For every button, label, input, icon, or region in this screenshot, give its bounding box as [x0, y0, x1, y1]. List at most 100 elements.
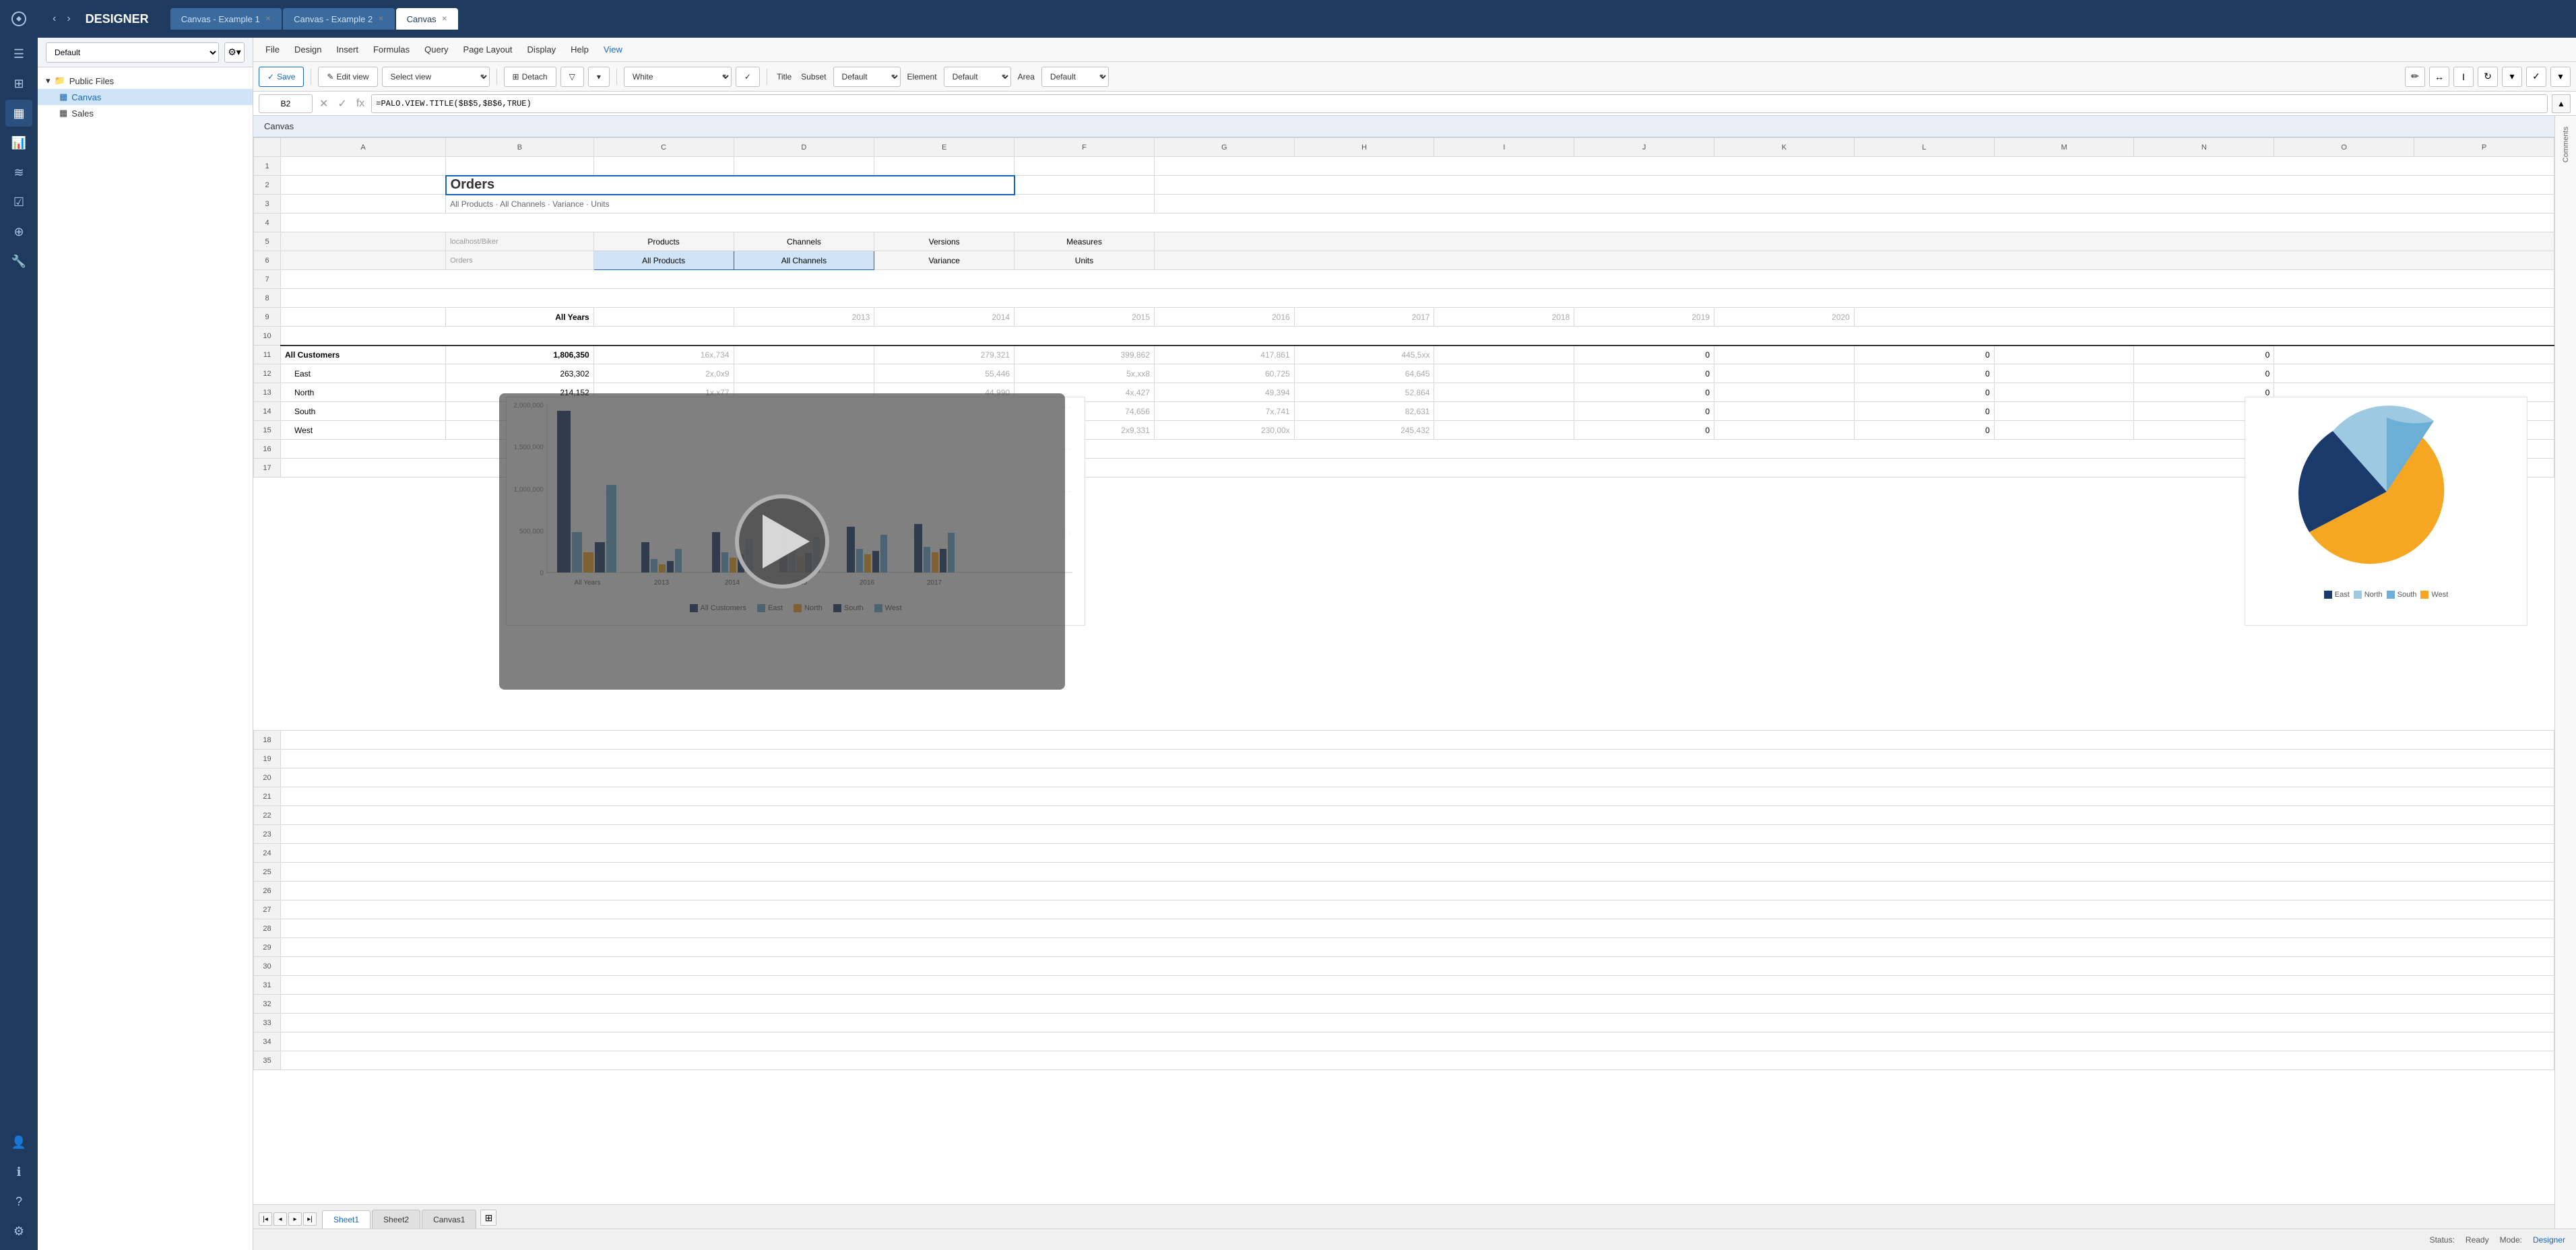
cell-i13[interactable] [1434, 383, 1574, 402]
cell-g3-span[interactable] [1154, 195, 2554, 213]
cell-ref-input[interactable] [259, 94, 313, 113]
check-circle-expand-btn[interactable]: ▾ [2550, 67, 2571, 87]
cell-f11[interactable]: 399,862 [1015, 346, 1155, 364]
cell-k9[interactable]: 2020 [1714, 308, 1855, 327]
cell-h12[interactable]: 64,645 [1294, 364, 1434, 383]
cell-g2-span[interactable] [1154, 176, 2554, 195]
tab-example1[interactable]: Canvas - Example 1 ✕ [170, 8, 282, 30]
cell-g11[interactable]: 417,861 [1154, 346, 1294, 364]
cell-a14[interactable]: South [281, 402, 446, 421]
nav-settings-btn[interactable]: ⚙▾ [224, 42, 245, 63]
detach-btn[interactable]: ⊞ Detach [504, 67, 556, 87]
cell-e11[interactable]: 279,321 [874, 346, 1015, 364]
sheet-nav-prev[interactable]: ◂ [273, 1212, 287, 1226]
cell-e5[interactable]: Versions [874, 232, 1015, 251]
cell-a1[interactable] [281, 157, 446, 176]
row4-cells[interactable] [281, 213, 2554, 232]
col-B[interactable]: B [446, 138, 594, 157]
cell-b2[interactable]: Orders [446, 176, 1015, 195]
sheet-area[interactable]: A B C D E F G H I J [253, 137, 2554, 1204]
cell-f5[interactable]: Measures [1015, 232, 1155, 251]
cell-h15[interactable]: 245,432 [1294, 421, 1434, 440]
sidebar-user-icon[interactable]: 👤 [5, 1129, 32, 1156]
row6-rest[interactable] [1154, 251, 2554, 270]
cell-b9[interactable]: All Years [446, 308, 594, 327]
cell-c11[interactable]: 16x,734 [593, 346, 734, 364]
cell-b12[interactable]: 263,302 [446, 364, 594, 383]
sheet-nav-next[interactable]: ▸ [288, 1212, 302, 1226]
cell-e9[interactable]: 2014 [874, 308, 1015, 327]
cell-l14[interactable]: 0 [1854, 402, 1994, 421]
nav-item-sales[interactable]: ▦ Sales [38, 105, 253, 121]
cell-m13[interactable] [1994, 383, 2134, 402]
cell-i12[interactable] [1434, 364, 1574, 383]
sheet-add-btn[interactable]: ⊞ [480, 1210, 496, 1226]
cell-c1[interactable] [593, 157, 734, 176]
cell-a3[interactable] [281, 195, 446, 213]
comments-label[interactable]: Comments [2562, 121, 2570, 168]
menu-page-layout[interactable]: Page Layout [457, 42, 519, 57]
formula-input[interactable] [371, 94, 2548, 113]
filter-btn[interactable]: ▽ [560, 67, 584, 87]
sheet-tab-1[interactable]: Sheet1 [322, 1210, 371, 1228]
cell-e12[interactable]: 55,446 [874, 364, 1015, 383]
subset-dropdown[interactable]: Default [833, 67, 901, 87]
col-C[interactable]: C [593, 138, 734, 157]
menu-view[interactable]: View [597, 42, 629, 57]
sheet-tab-2[interactable]: Sheet2 [372, 1210, 420, 1228]
expand-btn[interactable]: ▾ [2502, 67, 2522, 87]
col-O[interactable]: O [2274, 138, 2414, 157]
cell-d11[interactable] [734, 346, 874, 364]
row7-cells[interactable] [281, 270, 2554, 289]
rotate-btn[interactable]: ↻ [2478, 67, 2498, 87]
area-dropdown[interactable]: Default [1041, 67, 1109, 87]
cell-c12[interactable]: 2x,0x9 [593, 364, 734, 383]
sheet-nav-last[interactable]: ▸| [303, 1212, 317, 1226]
col-P[interactable]: P [2414, 138, 2554, 157]
col-N[interactable]: N [2134, 138, 2274, 157]
cell-j15[interactable]: 0 [1574, 421, 1714, 440]
tab-example2[interactable]: Canvas - Example 2 ✕ [283, 8, 394, 30]
cell-d12[interactable] [734, 364, 874, 383]
nav-forward-btn[interactable]: › [63, 10, 74, 28]
sidebar-tasks-icon[interactable]: ☑ [5, 189, 32, 216]
col-M[interactable]: M [1994, 138, 2134, 157]
cell-g15[interactable]: 230,00x [1154, 421, 1294, 440]
cell-j9[interactable]: 2019 [1574, 308, 1714, 327]
row10-cells[interactable] [281, 327, 2554, 346]
col-L[interactable]: L [1854, 138, 1994, 157]
col-H[interactable]: H [1294, 138, 1434, 157]
menu-help[interactable]: Help [564, 42, 595, 57]
sidebar-table-icon[interactable]: ▦ [5, 100, 32, 127]
menu-design[interactable]: Design [288, 42, 328, 57]
cell-b6[interactable]: Orders [446, 251, 594, 270]
nav-back-btn[interactable]: ‹ [49, 10, 60, 28]
cell-b3[interactable]: All Products · All Channels · Variance ·… [446, 195, 1155, 213]
sidebar-puzzle-icon[interactable]: ⊕ [5, 218, 32, 245]
row9-rest[interactable] [1854, 308, 2554, 327]
cell-a11[interactable]: All Customers [281, 346, 446, 364]
sidebar-tools-icon[interactable]: 🔧 [5, 248, 32, 275]
col-F[interactable]: F [1015, 138, 1155, 157]
cell-g1-span[interactable] [1154, 157, 2554, 176]
sidebar-analytics-icon[interactable]: ≋ [5, 159, 32, 186]
cell-b11[interactable]: 1,806,350 [446, 346, 594, 364]
cell-a12[interactable]: East [281, 364, 446, 383]
cell-f12[interactable]: 5x,xx8 [1015, 364, 1155, 383]
cell-c5[interactable]: Products [593, 232, 734, 251]
cell-c9[interactable] [593, 308, 734, 327]
cell-f2[interactable] [1015, 176, 1155, 195]
color-check-btn[interactable]: ✓ [736, 67, 760, 87]
app-nav[interactable]: ‹ › [49, 10, 75, 28]
format-btn[interactable]: ▾ [588, 67, 610, 87]
cell-l13[interactable]: 0 [1854, 383, 1994, 402]
cell-m15[interactable] [1994, 421, 2134, 440]
sidebar-settings-icon[interactable]: ⚙ [5, 1218, 32, 1245]
row8-cells[interactable] [281, 289, 2554, 308]
nav-item-canvas[interactable]: ▦ Canvas [38, 89, 253, 105]
color-dropdown[interactable]: White [624, 67, 732, 87]
cell-j11[interactable]: 0 [1574, 346, 1714, 364]
tab2-close[interactable]: ✕ [378, 15, 383, 23]
col-A[interactable]: A [281, 138, 446, 157]
cell-j13[interactable]: 0 [1574, 383, 1714, 402]
